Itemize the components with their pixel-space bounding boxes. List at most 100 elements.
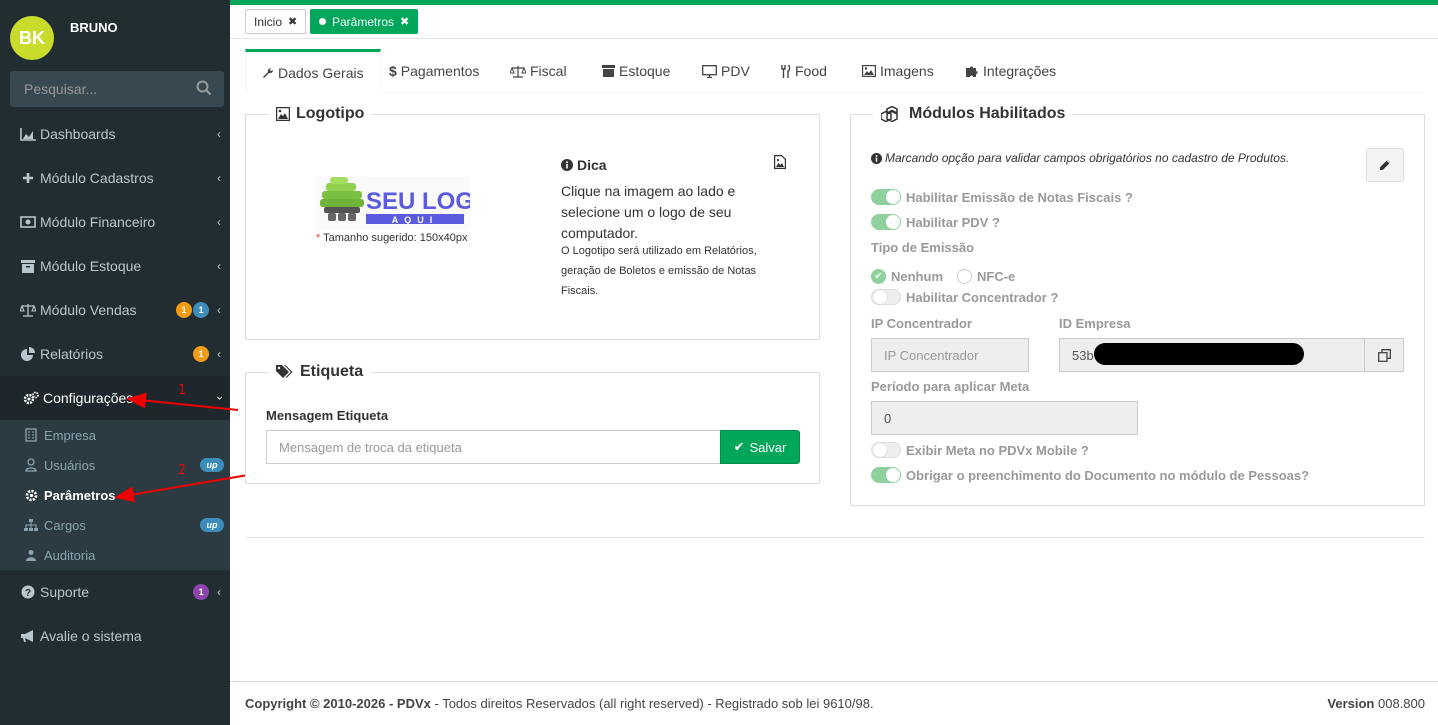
tab-label: Pagamentos [400, 63, 480, 79]
radio-nenhum[interactable]: ✔ [871, 269, 886, 284]
info-text: Marcando opção para validar campos obrig… [885, 151, 1290, 165]
toggle-switch[interactable] [871, 442, 901, 458]
logotipo-legend: Logotipo [268, 105, 373, 123]
svg-text:?: ? [25, 588, 31, 599]
tab-food[interactable]: Food [765, 49, 843, 93]
close-icon[interactable]: ✖ [288, 15, 297, 28]
tip-title: Dica [561, 157, 607, 173]
required-star: * [316, 232, 321, 244]
radio-label: NFC-e [977, 269, 1016, 284]
toggle-label: Habilitar Concentrador ? [906, 289, 1059, 305]
image-file-icon[interactable] [774, 155, 786, 172]
toggle-switch[interactable] [871, 289, 901, 305]
wrench-icon [262, 67, 274, 79]
radio-nfce[interactable] [957, 269, 972, 284]
open-tab-parametros[interactable]: Parâmetros ✖ [310, 9, 419, 34]
open-tab-label: Parâmetros [332, 14, 395, 29]
copyright-label: Copyright © 2010-2026 - [245, 696, 397, 711]
section-title: Logotipo [296, 105, 365, 122]
footer: Copyright © 2010-2026 - PDVx - Todos dir… [230, 681, 1438, 725]
id-empresa-label: ID Empresa [1059, 316, 1131, 331]
etiqueta-section: Etiqueta Mensagem Etiqueta Mensagem de t… [245, 363, 820, 484]
input-placeholder: IP Concentrador [884, 347, 979, 363]
open-tabs-bar: Inicio ✖ Parâmetros ✖ [230, 5, 1438, 39]
modulos-info: Marcando opção para validar campos obrig… [871, 151, 1289, 165]
info-circle-icon [871, 152, 882, 164]
image-icon [862, 65, 876, 77]
annotation-number: 1 [178, 383, 186, 398]
tab-estoque[interactable]: Estoque [586, 49, 686, 93]
brand-name: PDVx [396, 696, 431, 711]
up-badge: up [200, 518, 224, 532]
modulos-section: Módulos Habilitados Marcando opção para … [850, 105, 1425, 506]
input-value: 53b [1072, 347, 1094, 363]
balance-scale-icon [510, 65, 526, 78]
open-tab-inicio[interactable]: Inicio ✖ [245, 9, 307, 34]
tip-title-text: Dica [577, 157, 607, 173]
tab-label: Imagens [880, 63, 934, 79]
toggle-concentrador[interactable]: Habilitar Concentrador ? [871, 289, 1058, 305]
menu-item-avalie[interactable]: Avalie o sistema [0, 614, 230, 658]
menu-label: Avalie o sistema [40, 628, 142, 644]
puzzle-icon [966, 65, 979, 78]
section-title: Etiqueta [300, 363, 364, 380]
toggle-label: Habilitar Emissão de Notas Fiscais ? [906, 189, 1133, 205]
cutlery-icon [781, 64, 791, 78]
tab-imagens[interactable]: Imagens [846, 49, 950, 93]
tab-label: Estoque [619, 63, 671, 79]
toggle-switch[interactable] [871, 214, 901, 230]
ip-concentrador-label: IP Concentrador [871, 316, 972, 331]
tab-pdv[interactable]: PDV [686, 49, 766, 93]
etiqueta-legend: Etiqueta [268, 363, 372, 381]
check-icon: ✔ [733, 439, 745, 454]
dollar-icon: $ [389, 63, 397, 79]
tipo-emissao-radios: ✔ Nenhum NFC-e [871, 269, 1015, 284]
desktop-icon [702, 64, 717, 78]
tipo-emissao-label: Tipo de Emissão [871, 240, 975, 255]
logo-subtext: AQUI [392, 215, 439, 225]
save-button[interactable]: ✔ Salvar [720, 430, 800, 464]
copy-button[interactable] [1364, 338, 1404, 372]
sitemap-icon [24, 518, 38, 532]
tip-text: Clique na imagem ao lado e selecione um … [561, 183, 736, 241]
logo-upload-image[interactable]: SEU LOGO AQUI [316, 177, 493, 229]
version-info: Version 008.800 [1327, 696, 1425, 711]
tab-label: Dados Gerais [278, 64, 364, 81]
edit-button[interactable] [1366, 148, 1404, 182]
submenu-item-auditoria[interactable]: Auditoria [24, 540, 95, 570]
toggle-label: Obrigar o preenchimento do Documento no … [906, 467, 1310, 483]
archive-icon [602, 65, 615, 77]
etiqueta-message-input[interactable]: Mensagem de troca da etiqueta [266, 430, 721, 464]
toggle-switch[interactable] [871, 467, 901, 483]
tab-fiscal[interactable]: Fiscal [494, 49, 583, 93]
toggle-meta-mobile[interactable]: Exibir Meta no PDVx Mobile ? [871, 442, 1089, 458]
tab-pagamentos[interactable]: $ Pagamentos [373, 49, 495, 93]
logo-size-hint: * Tamanho sugerido: 150x40px [316, 232, 467, 244]
toggle-pdv[interactable]: Habilitar PDV ? [871, 214, 1000, 230]
logotipo-section: Logotipo SEU LOGO AQUI * Tamanho sugerid… [245, 105, 820, 340]
modulos-legend: Módulos Habilitados [873, 105, 1074, 123]
periodo-meta-input[interactable]: 0 [871, 401, 1138, 435]
open-tab-label: Inicio [254, 14, 283, 29]
pencil-icon [1379, 159, 1391, 171]
ip-concentrador-input[interactable]: IP Concentrador [871, 338, 1029, 372]
tags-icon [276, 365, 294, 379]
version-number: 008.800 [1378, 696, 1425, 711]
tab-dados-gerais[interactable]: Dados Gerais [245, 49, 381, 93]
menu-item-suporte[interactable]: ? Suporte 1 ‹ [0, 570, 230, 614]
annotation-arrows [114, 392, 249, 503]
tab-label: PDV [721, 63, 750, 79]
copyright: Copyright © 2010-2026 - PDVx - Todos dir… [245, 696, 874, 711]
bullhorn-icon [20, 629, 36, 643]
close-icon[interactable]: ✖ [400, 15, 409, 28]
radio-label: Nenhum [891, 269, 943, 284]
toggle-switch[interactable] [871, 189, 901, 205]
version-label: Version [1327, 696, 1375, 711]
users-icon [24, 549, 38, 562]
toggle-emissao-nf[interactable]: Habilitar Emissão de Notas Fiscais ? [871, 189, 1133, 205]
tip-small-text: O Logotipo será utilizado em Relatórios,… [561, 245, 757, 297]
toggle-documento-pessoas[interactable]: Obrigar o preenchimento do Documento no … [871, 467, 1309, 483]
info-circle-icon [561, 159, 573, 171]
hint-text: Tamanho sugerido: 150x40px [323, 232, 468, 244]
tab-integracoes[interactable]: Integrações [950, 49, 1072, 93]
